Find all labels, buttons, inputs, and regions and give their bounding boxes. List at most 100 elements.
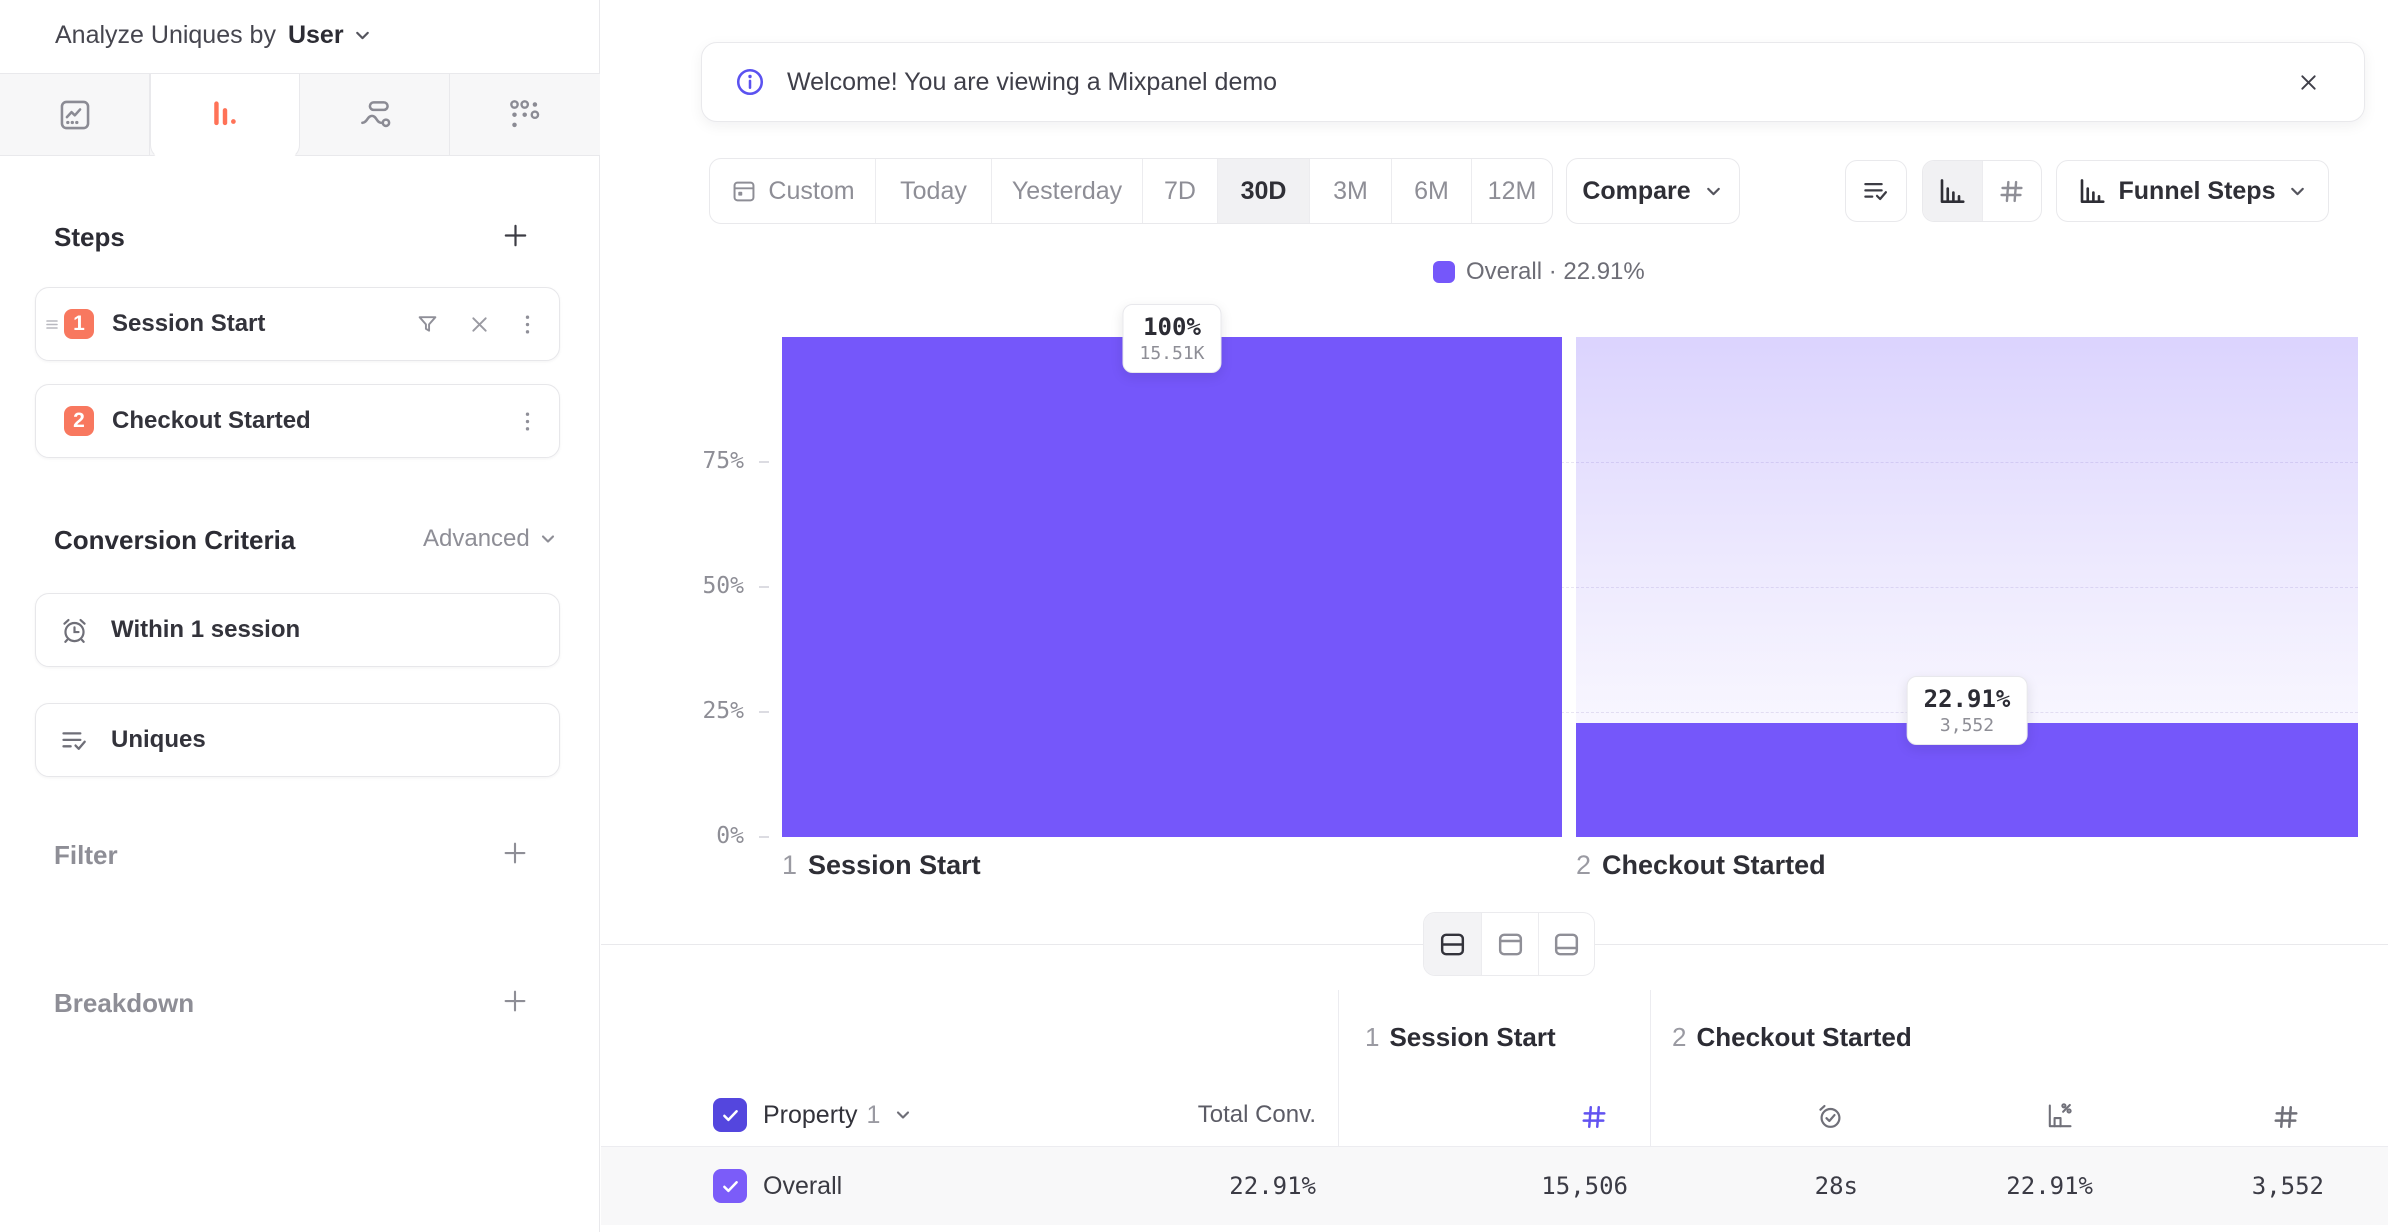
- check-icon: [719, 1104, 742, 1127]
- date-range-7d[interactable]: 7D: [1143, 159, 1218, 223]
- panel-layout-toggle: [1423, 912, 1595, 976]
- step-number: 1: [782, 850, 797, 881]
- conversion-criteria-title: Conversion Criteria: [54, 525, 295, 556]
- add-breakdown-button[interactable]: [500, 986, 530, 1016]
- analyze-by-value: User: [288, 21, 344, 50]
- step-menu-kebab-icon[interactable]: [514, 408, 541, 435]
- number-view-button[interactable]: [1983, 161, 2042, 221]
- legend-swatch: [1433, 261, 1455, 283]
- row-checkbox[interactable]: [713, 1169, 747, 1203]
- date-range-6m[interactable]: 6M: [1392, 159, 1472, 223]
- analyze-header: Analyze Uniques by User: [55, 18, 373, 52]
- banner-message: Welcome! You are viewing a Mixpanel demo: [787, 68, 1277, 97]
- layout-table-only-button[interactable]: [1539, 913, 1594, 975]
- step-name: Session Start: [808, 850, 981, 881]
- retention-icon: [507, 97, 543, 133]
- date-range-label: 3M: [1333, 177, 1368, 206]
- welcome-banner: Welcome! You are viewing a Mixpanel demo: [701, 42, 2365, 122]
- step-filter-icon[interactable]: [414, 311, 441, 338]
- drag-handle-icon[interactable]: [40, 312, 64, 336]
- chevron-down-icon: [538, 529, 558, 549]
- date-range-label: Yesterday: [1012, 177, 1122, 206]
- steps-section-title: Steps: [54, 222, 125, 253]
- query-builder-sidebar: Analyze Uniques by User Steps 1 Session …: [0, 0, 600, 1232]
- property-label: Property: [763, 1101, 857, 1130]
- total-conv-header: Total Conv.: [1066, 1101, 1316, 1129]
- date-range-today[interactable]: Today: [876, 159, 992, 223]
- date-range-custom[interactable]: Custom: [710, 159, 876, 223]
- layout-chart-only-button[interactable]: [1482, 913, 1539, 975]
- filter-section-title: Filter: [54, 840, 118, 871]
- y-axis-tick: 25%: [644, 698, 744, 724]
- chart-legend[interactable]: Overall · 22.91%: [1433, 258, 1645, 286]
- value-format-toggle: [1922, 160, 2042, 222]
- select-all-checkbox[interactable]: [713, 1098, 747, 1132]
- avg-time-metric-icon[interactable]: [1815, 1101, 1846, 1132]
- add-filter-button[interactable]: [500, 838, 530, 868]
- tab-flows[interactable]: [300, 74, 450, 155]
- step-number: 2: [1576, 850, 1591, 881]
- conversion-rate-metric-icon[interactable]: [2044, 1101, 2075, 1132]
- layout-split-button[interactable]: [1424, 913, 1482, 975]
- date-range-30d-selected[interactable]: 30D: [1218, 159, 1310, 223]
- tab-retention[interactable]: [450, 74, 600, 155]
- calendar-icon: [730, 177, 758, 205]
- chevron-down-icon: [1703, 181, 1724, 202]
- bar-value-tooltip: 22.91% 3,552: [1907, 676, 2028, 745]
- step-card-1[interactable]: 1 Session Start: [35, 287, 560, 361]
- chevron-down-icon: [893, 1105, 913, 1125]
- date-range-label: 7D: [1164, 177, 1196, 206]
- chart-type-dropdown[interactable]: Funnel Steps: [2056, 160, 2329, 222]
- group-label: Session Start: [1389, 1022, 1555, 1053]
- compare-button[interactable]: Compare: [1566, 158, 1740, 224]
- add-step-button[interactable]: [500, 220, 531, 251]
- date-range-picker: Custom Today Yesterday 7D 30D 3M 6M 12M: [709, 158, 1553, 224]
- x-axis-step-label: 2 Checkout Started: [1576, 850, 1826, 881]
- step-remove-icon[interactable]: [466, 311, 493, 338]
- property-dropdown[interactable]: Property 1: [763, 1098, 913, 1132]
- alarm-clock-icon: [59, 615, 90, 646]
- chevron-down-icon: [2287, 181, 2308, 202]
- uniques-toggle-button[interactable]: [1845, 160, 1907, 222]
- tab-insights[interactable]: [0, 74, 150, 155]
- date-range-12m[interactable]: 12M: [1472, 159, 1552, 223]
- cell-total-conv: 22.91%: [1056, 1172, 1316, 1200]
- bar-value-tooltip: 100% 15.51K: [1122, 304, 1221, 373]
- step-number-badge: 2: [64, 406, 94, 436]
- top-panel-layout-icon: [1495, 929, 1526, 960]
- row-name: Overall: [763, 1172, 842, 1201]
- date-range-label: Today: [900, 177, 967, 206]
- date-range-3m[interactable]: 3M: [1310, 159, 1392, 223]
- compare-label: Compare: [1582, 177, 1690, 206]
- step-label: Session Start: [112, 310, 265, 338]
- y-axis-tick: 50%: [644, 573, 744, 599]
- analyze-by-dropdown[interactable]: User: [288, 21, 373, 50]
- axis-tick-mark: [759, 461, 769, 463]
- date-range-label: 12M: [1488, 177, 1537, 206]
- tab-funnels[interactable]: [150, 74, 300, 159]
- date-range-yesterday[interactable]: Yesterday: [992, 159, 1143, 223]
- breakdown-section-title: Breakdown: [54, 988, 194, 1019]
- axis-tick-mark: [759, 836, 769, 838]
- count-metric-icon-selected[interactable]: [1579, 1102, 1609, 1132]
- split-layout-icon: [1437, 929, 1468, 960]
- advanced-dropdown[interactable]: Advanced: [423, 525, 558, 553]
- step-card-2[interactable]: 2 Checkout Started: [35, 384, 560, 458]
- cell-checkout-count: 3,552: [2064, 1172, 2324, 1200]
- percent-view-button[interactable]: [1923, 161, 1983, 221]
- analyze-label: Analyze Uniques by: [55, 21, 276, 50]
- check-icon: [719, 1175, 742, 1198]
- step-menu-kebab-icon[interactable]: [514, 311, 541, 338]
- funnel-chart-plot: [782, 337, 2358, 837]
- hash-icon: [1997, 177, 2026, 206]
- chevron-down-icon: [352, 25, 373, 46]
- info-icon: [733, 65, 767, 99]
- step-number-badge: 1: [64, 309, 94, 339]
- bottom-panel-layout-icon: [1551, 929, 1582, 960]
- funnel-bar-session-start[interactable]: [782, 337, 1562, 837]
- count-metric-icon[interactable]: [2271, 1102, 2301, 1132]
- conversion-window-card[interactable]: Within 1 session: [35, 593, 560, 667]
- bar-count-label: 3,552: [1924, 715, 2011, 736]
- banner-close-icon[interactable]: [2295, 69, 2322, 96]
- counting-method-card[interactable]: Uniques: [35, 703, 560, 777]
